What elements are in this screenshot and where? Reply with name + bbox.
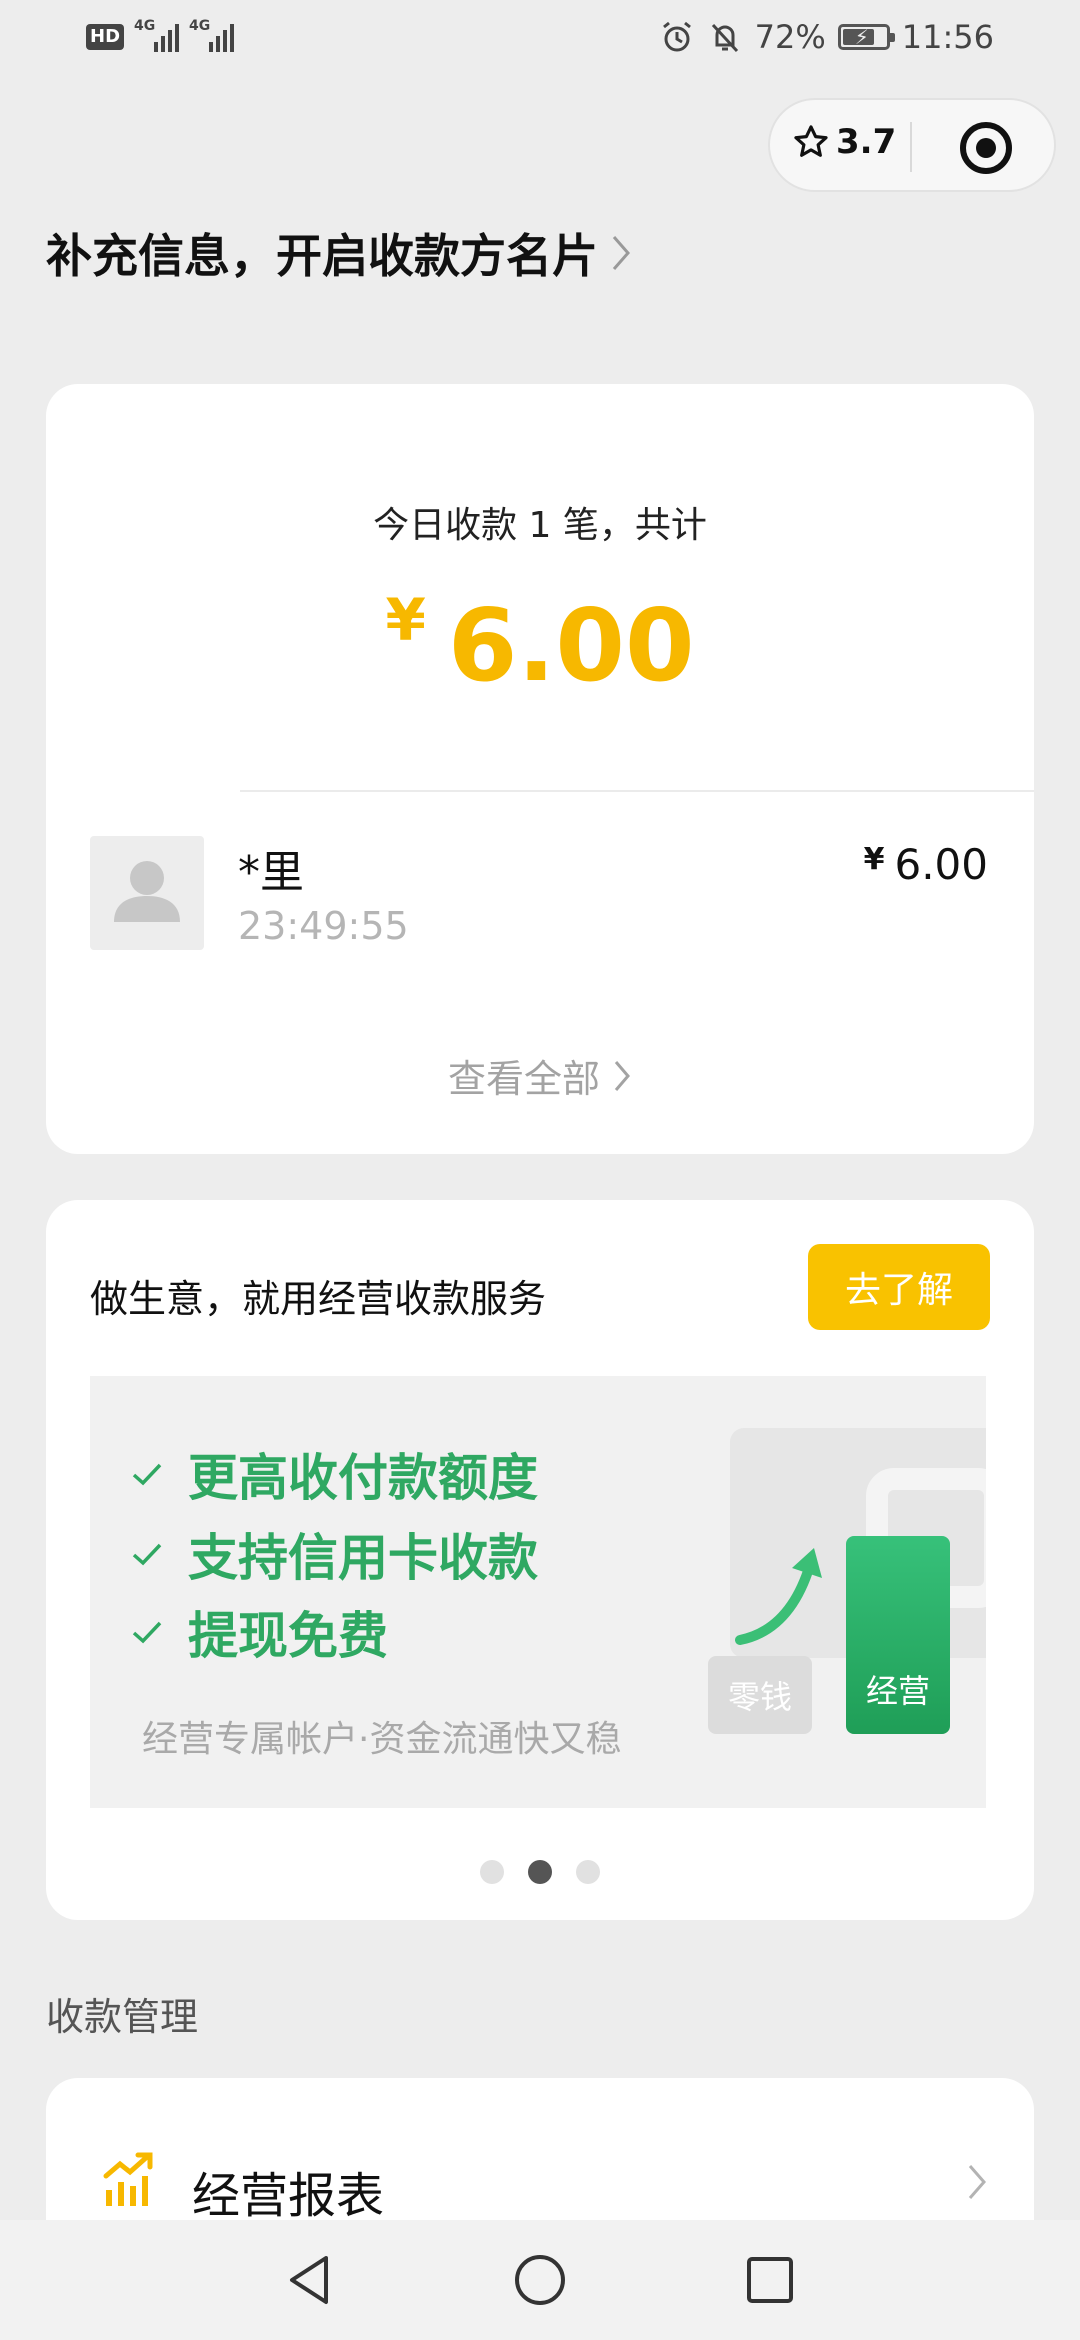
currency-symbol: ¥ (385, 586, 426, 654)
carousel-dot[interactable] (480, 1860, 504, 1884)
business-report-item[interactable]: 经营报表 (46, 2150, 1034, 2224)
check-icon (132, 1543, 162, 1566)
star-icon (794, 125, 828, 157)
target-icon[interactable] (958, 120, 1014, 176)
signal-icon-2: 4G (189, 18, 235, 52)
feature-item: 更高收付款额度 (130, 1438, 538, 1510)
feature-text: 更高收付款额度 (188, 1449, 538, 1507)
alarm-icon (662, 21, 691, 52)
divider (240, 790, 1034, 792)
promo-banner[interactable]: 更高收付款额度 支持信用卡收款 提现免费 经营专属帐户·资金流通快又稳 零钱 经… (90, 1376, 986, 1808)
supplement-info-link[interactable]: 补充信息，开启收款方名片 (46, 220, 632, 286)
feature-text: 支持信用卡收款 (188, 1529, 538, 1587)
chevron-right-icon (614, 1060, 630, 1091)
rating-value: 3.7 (836, 122, 897, 162)
business-promo-card: 做生意，就用经营收款服务 去了解 更高收付款额度 支持信用卡收款 提现免费 经营… (46, 1200, 1034, 1920)
capsule-divider (910, 122, 912, 172)
business-report-label: 经营报表 (192, 2168, 385, 2224)
feature-item: 支持信用卡收款 (130, 1518, 538, 1590)
mute-icon (711, 23, 738, 53)
business-card-label: 经营 (846, 1536, 950, 1734)
promo-title: 做生意，就用经营收款服务 (90, 1277, 547, 1321)
hd-badge: HD (86, 24, 125, 50)
status-bar: HD 4G 4G 72% ⚡ 11:56 (0, 0, 1080, 80)
back-icon[interactable] (280, 2250, 340, 2310)
chevron-right-icon (968, 2165, 986, 2199)
rating-button[interactable]: 3.7 (792, 122, 896, 162)
growth-arrow-icon (735, 1548, 822, 1645)
battery-percent: 72% (754, 18, 826, 56)
today-count-label: 今日收款 1 笔，共计 (373, 505, 707, 546)
section-title: 收款管理 (46, 1995, 199, 2039)
system-nav-bar (0, 2220, 1080, 2340)
default-avatar-icon (114, 861, 180, 922)
change-card-label: 零钱 (708, 1656, 812, 1734)
feature-item: 提现免费 (130, 1596, 388, 1668)
status-left: HD 4G 4G (86, 18, 235, 52)
chevron-right-icon (612, 236, 630, 270)
carousel-dot-active[interactable] (528, 1860, 552, 1884)
mini-program-capsule: 3.7 (768, 98, 1056, 192)
carousel-dot[interactable] (576, 1860, 600, 1884)
avatar (90, 836, 204, 950)
today-amount-value: 6.00 (447, 587, 695, 704)
today-total-amount: ¥6.00 (46, 586, 1034, 704)
transaction-amount-value: 6.00 (894, 840, 988, 889)
battery-charging-icon: ⚡ (837, 24, 895, 50)
network-label-2: 4G (189, 18, 211, 34)
view-all-link[interactable]: 查看全部 (46, 1048, 1034, 1103)
today-summary-card: 今日收款 1 笔，共计 ¥6.00 *里 23:49:55 ¥6.00 查看全部 (46, 384, 1034, 1154)
network-label: 4G (134, 18, 156, 34)
signal-icon: 4G (134, 18, 180, 52)
home-icon[interactable] (510, 2250, 570, 2310)
feature-text: 提现免费 (188, 1607, 388, 1665)
supplement-info-text: 补充信息，开启收款方名片 (46, 229, 598, 283)
status-right: 72% ⚡ 11:56 (659, 18, 994, 56)
payer-name: *里 (238, 847, 304, 898)
clock: 11:56 (901, 18, 994, 56)
promo-subtitle: 经营专属帐户·资金流通快又稳 (142, 1719, 622, 1760)
transaction-currency: ¥ (863, 842, 885, 877)
payer-time: 23:49:55 (238, 904, 409, 948)
carousel-indicator (46, 1860, 1034, 1884)
check-icon (132, 1621, 162, 1644)
transaction-amount: ¥6.00 (864, 840, 988, 889)
check-icon (132, 1463, 162, 1486)
view-all-text: 查看全部 (447, 1057, 600, 1101)
chart-trend-icon (103, 2152, 153, 2206)
recent-apps-icon[interactable] (740, 2250, 800, 2310)
learn-more-button[interactable]: 去了解 (808, 1244, 990, 1330)
